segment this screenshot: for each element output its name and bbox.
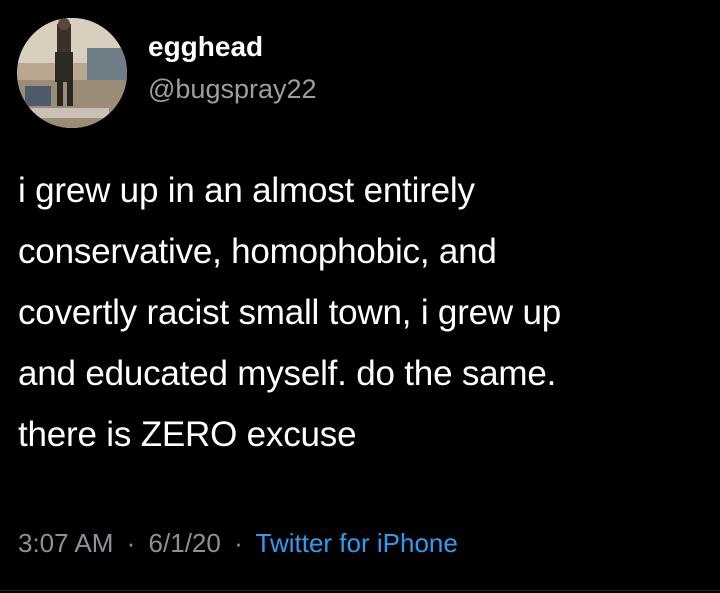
tweet-card: egghead @bugspray22 i grew up in an almo… <box>0 0 720 593</box>
tweet-metadata: 3:07 AM · 6/1/20 · Twitter for iPhone <box>18 526 458 560</box>
tweet-text-line: and educated myself. do the same. <box>18 354 557 393</box>
display-name[interactable]: egghead <box>148 30 263 64</box>
tweet-time[interactable]: 3:07 AM <box>18 528 113 558</box>
tweet-text-line: conservative, homophobic, and <box>18 232 497 271</box>
tweet-text: i grew up in an almost entirely conserva… <box>18 160 708 465</box>
tweet-date[interactable]: 6/1/20 <box>149 528 221 558</box>
tweet-text-line: i grew up in an almost entirely <box>18 171 475 210</box>
avatar[interactable] <box>17 18 127 128</box>
avatar-photo-icon <box>17 18 127 128</box>
user-handle[interactable]: @bugspray22 <box>148 73 317 105</box>
tweet-source-link[interactable]: Twitter for iPhone <box>256 528 458 558</box>
meta-separator: · <box>234 528 243 558</box>
divider <box>0 590 720 591</box>
meta-separator: · <box>126 528 136 558</box>
tweet-text-line: covertly racist small town, i grew up <box>18 293 562 332</box>
tweet-text-line: there is ZERO excuse <box>18 415 357 454</box>
